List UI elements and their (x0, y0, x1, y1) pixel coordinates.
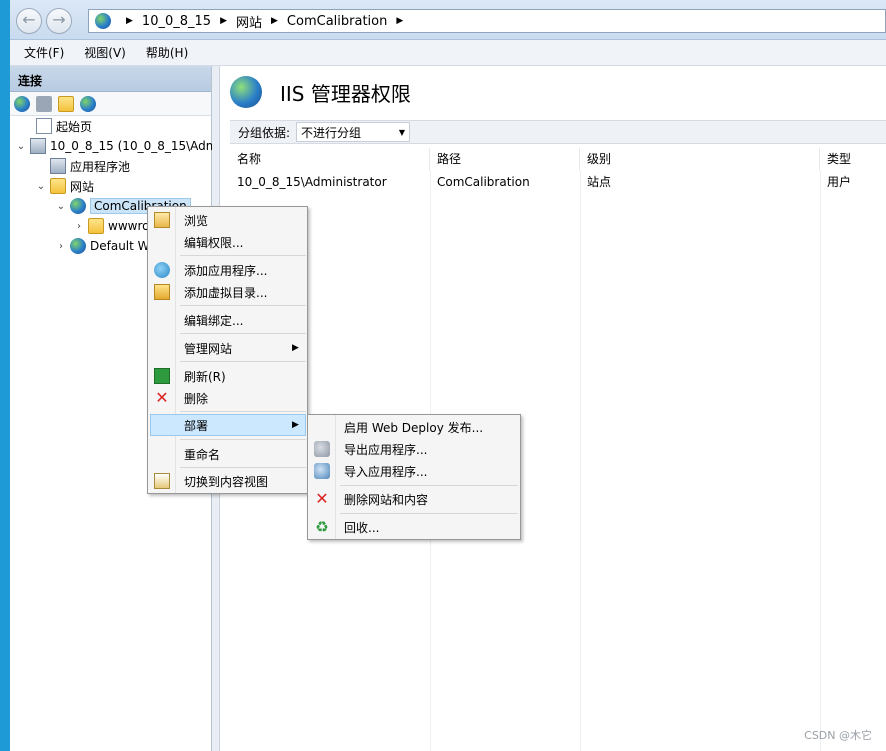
breadcrumb-server[interactable]: 10_0_8_15 (142, 14, 211, 29)
forward-button[interactable]: → (46, 8, 72, 34)
breadcrumb-sites[interactable]: 网站 (236, 12, 262, 31)
main-pane: IIS 管理器权限 分组依据: 不进行分组 ▼ 名称 路径 级别 类型 10_0… (220, 66, 886, 751)
tree-item-default-site[interactable]: › Default W (54, 236, 150, 256)
browse-icon (154, 212, 170, 228)
globe-icon (95, 13, 111, 29)
menu-item-enable-web-deploy[interactable]: 启用 Web Deploy 发布... (310, 416, 518, 438)
group-by-bar: 分组依据: 不进行分组 ▼ (230, 120, 886, 144)
menu-separator (180, 411, 306, 412)
menu-item-recycle[interactable]: ♻ 回收... (310, 516, 518, 538)
up-folder-icon[interactable] (58, 95, 74, 112)
menu-item-switch-content-view[interactable]: 切换到内容视图 (150, 470, 305, 492)
column-divider (820, 170, 821, 751)
menu-file[interactable]: 文件(F) (24, 44, 64, 61)
back-button[interactable]: ← (16, 8, 42, 34)
chevron-down-icon[interactable]: ⌄ (54, 201, 68, 212)
chevron-down-icon[interactable]: ⌄ (14, 141, 28, 152)
menubar: 文件(F) 视图(V) 帮助(H) (10, 40, 886, 66)
menu-item-delete[interactable]: ✕ 删除 (150, 387, 305, 409)
feature-header: IIS 管理器权限 (230, 76, 411, 108)
chevron-right-icon: ▶ (126, 16, 133, 26)
add-virtual-directory-icon (154, 284, 170, 300)
menu-item-add-application[interactable]: 添加应用程序... (150, 259, 305, 281)
group-by-label: 分组依据: (238, 125, 291, 140)
breadcrumb[interactable]: ▶ 10_0_8_15 ▶ 网站 ▶ ComCalibration ▶ (88, 9, 886, 33)
refresh-icon (154, 368, 170, 384)
menu-item-export-application[interactable]: 导出应用程序... (310, 438, 518, 460)
chevron-right-icon: ▶ (220, 16, 227, 26)
deploy-submenu: 启用 Web Deploy 发布... 导出应用程序... 导入应用程序... … (307, 414, 521, 540)
column-header-level[interactable]: 级别 (580, 148, 820, 170)
address-bar: ← → ▶ 10_0_8_15 ▶ 网站 ▶ ComCalibration ▶ (10, 0, 886, 40)
submenu-arrow-icon: ▶ (292, 420, 299, 430)
menu-item-import-application[interactable]: 导入应用程序... (310, 460, 518, 482)
app-pool-icon (50, 158, 66, 174)
menu-item-edit-permissions[interactable]: 编辑权限... (150, 231, 305, 253)
page-title: IIS 管理器权限 (280, 81, 411, 106)
column-header-name[interactable]: 名称 (230, 148, 430, 170)
tree-item-wwwroot[interactable]: › wwwro (72, 216, 149, 236)
context-menu: 浏览 编辑权限... 添加应用程序... 添加虚拟目录... 编辑绑定... 管… (147, 206, 308, 494)
column-divider (580, 170, 581, 751)
export-application-icon (314, 441, 330, 457)
disconnect-icon[interactable] (80, 95, 96, 112)
content-view-icon (154, 473, 170, 489)
chevron-right-icon[interactable]: › (72, 221, 86, 232)
window-edge (0, 0, 10, 751)
delete-icon: ✕ (155, 388, 169, 407)
menu-item-rename[interactable]: 重命名 (150, 443, 305, 465)
feature-globe-icon (230, 76, 262, 108)
menu-separator (180, 305, 306, 306)
start-page-icon (36, 118, 52, 134)
chevron-right-icon: ▶ (271, 16, 278, 26)
tree-item-start-page[interactable]: 起始页 (20, 116, 92, 136)
chevron-down-icon: ▼ (398, 127, 406, 137)
chevron-right-icon[interactable]: › (54, 241, 68, 252)
chevron-right-icon: ▶ (396, 16, 404, 26)
add-application-icon (154, 262, 170, 278)
connections-header: 连接 (10, 66, 211, 92)
menu-item-add-virtual-directory[interactable]: 添加虚拟目录... (150, 281, 305, 303)
server-icon (30, 138, 46, 154)
delete-icon: ✕ (315, 489, 329, 508)
folder-icon (88, 218, 104, 234)
breadcrumb-site[interactable]: ComCalibration (287, 14, 387, 29)
import-application-icon (314, 463, 330, 479)
save-icon[interactable] (36, 95, 52, 112)
menu-view[interactable]: 视图(V) (84, 44, 126, 61)
menu-item-deploy[interactable]: 部署 ▶ (150, 414, 306, 436)
menu-separator (340, 513, 518, 514)
menu-item-edit-bindings[interactable]: 编辑绑定... (150, 309, 305, 331)
menu-separator (180, 467, 306, 468)
site-globe-icon (70, 198, 86, 214)
menu-separator (180, 333, 306, 334)
column-header-path[interactable]: 路径 (430, 148, 580, 170)
connect-icon[interactable] (14, 95, 30, 112)
menu-item-manage-website[interactable]: 管理网站 ▶ (150, 337, 305, 359)
connections-toolbar (10, 92, 211, 116)
column-header-type[interactable]: 类型 (820, 148, 886, 170)
table-cell-type[interactable]: 用户 (820, 172, 851, 192)
menu-separator (180, 255, 306, 256)
tree-item-sites[interactable]: ⌄ 网站 (34, 176, 94, 196)
menu-item-delete-site-and-content[interactable]: ✕ 删除网站和内容 (310, 488, 518, 510)
menu-separator (180, 361, 306, 362)
tree-item-app-pools[interactable]: 应用程序池 (34, 156, 130, 176)
menu-item-browse[interactable]: 浏览 (150, 209, 305, 231)
tree-item-server[interactable]: ⌄ 10_0_8_15 (10_0_8_15\Adm (14, 136, 217, 156)
table-cell-level[interactable]: 站点 (580, 172, 611, 192)
group-by-select[interactable]: 不进行分组 ▼ (296, 122, 411, 142)
menu-separator (180, 439, 306, 440)
menu-item-refresh[interactable]: 刷新(R) (150, 365, 305, 387)
menu-separator (340, 485, 518, 486)
table-cell-path[interactable]: ComCalibration (430, 172, 530, 192)
menu-help[interactable]: 帮助(H) (146, 44, 188, 61)
watermark: CSDN @木它 (804, 729, 872, 742)
chevron-down-icon[interactable]: ⌄ (34, 181, 48, 192)
table-cell-name[interactable]: 10_0_8_15\Administrator (230, 172, 387, 192)
sites-folder-icon (50, 178, 66, 194)
submenu-arrow-icon: ▶ (292, 343, 299, 353)
site-globe-icon (70, 238, 86, 254)
recycle-icon: ♻ (315, 518, 329, 536)
